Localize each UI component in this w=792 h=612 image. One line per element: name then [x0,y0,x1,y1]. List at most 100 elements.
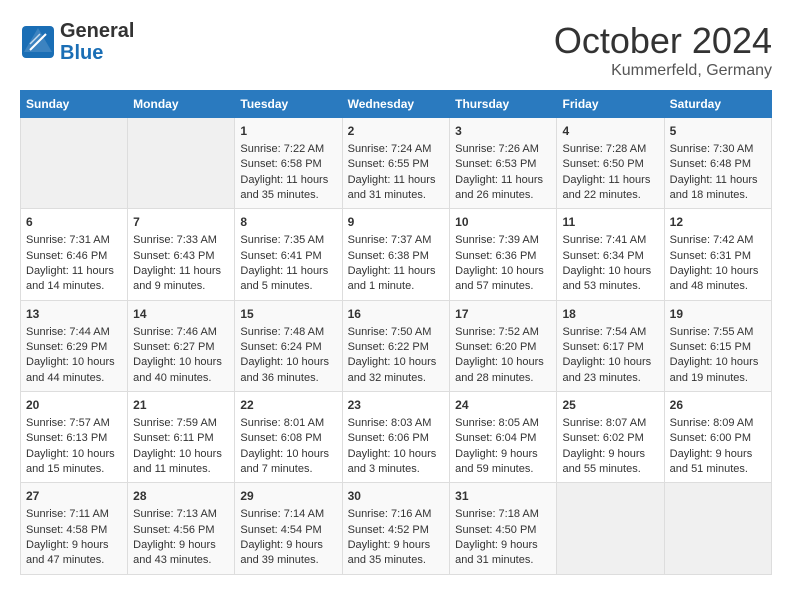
calendar-cell [557,483,664,574]
sunset-text: Sunset: 6:53 PM [455,157,551,172]
sunrise-text: Sunrise: 7:54 AM [562,325,658,340]
sunrise-text: Sunrise: 7:41 AM [562,233,658,248]
calendar-cell: 13Sunrise: 7:44 AMSunset: 6:29 PMDayligh… [21,300,128,391]
logo-icon [20,24,56,60]
daylight-text: Daylight: 9 hours and 51 minutes. [670,447,766,478]
daylight-text: Daylight: 10 hours and 40 minutes. [133,355,229,386]
header-row: SundayMondayTuesdayWednesdayThursdayFrid… [21,91,772,118]
daylight-text: Daylight: 10 hours and 15 minutes. [26,447,122,478]
day-number: 3 [455,123,551,140]
daylight-text: Daylight: 9 hours and 43 minutes. [133,538,229,569]
day-number: 7 [133,214,229,231]
sunrise-text: Sunrise: 7:16 AM [348,507,445,522]
sunrise-text: Sunrise: 7:42 AM [670,233,766,248]
title-block: October 2024 Kummerfeld, Germany [554,20,772,80]
col-header-saturday: Saturday [664,91,771,118]
sunrise-text: Sunrise: 7:55 AM [670,325,766,340]
day-number: 25 [562,397,658,414]
day-number: 1 [240,123,336,140]
sunrise-text: Sunrise: 7:22 AM [240,142,336,157]
calendar-cell: 27Sunrise: 7:11 AMSunset: 4:58 PMDayligh… [21,483,128,574]
logo-name-line2: Blue [60,42,134,64]
daylight-text: Daylight: 9 hours and 55 minutes. [562,447,658,478]
daylight-text: Daylight: 10 hours and 57 minutes. [455,264,551,295]
sunset-text: Sunset: 6:15 PM [670,340,766,355]
day-number: 2 [348,123,445,140]
daylight-text: Daylight: 9 hours and 59 minutes. [455,447,551,478]
day-number: 27 [26,488,122,505]
daylight-text: Daylight: 11 hours and 5 minutes. [240,264,336,295]
daylight-text: Daylight: 11 hours and 22 minutes. [562,173,658,204]
sunrise-text: Sunrise: 7:13 AM [133,507,229,522]
sunset-text: Sunset: 6:17 PM [562,340,658,355]
calendar-cell: 10Sunrise: 7:39 AMSunset: 6:36 PMDayligh… [450,209,557,300]
sunset-text: Sunset: 6:00 PM [670,431,766,446]
daylight-text: Daylight: 9 hours and 35 minutes. [348,538,445,569]
calendar-cell: 11Sunrise: 7:41 AMSunset: 6:34 PMDayligh… [557,209,664,300]
sunrise-text: Sunrise: 7:24 AM [348,142,445,157]
sunrise-text: Sunrise: 7:14 AM [240,507,336,522]
daylight-text: Daylight: 11 hours and 26 minutes. [455,173,551,204]
calendar-cell: 3 Sunrise: 7:26 AMSunset: 6:53 PMDaylight… [450,118,557,209]
daylight-text: Daylight: 10 hours and 3 minutes. [348,447,445,478]
col-header-thursday: Thursday [450,91,557,118]
daylight-text: Daylight: 11 hours and 9 minutes. [133,264,229,295]
daylight-text: Daylight: 10 hours and 44 minutes. [26,355,122,386]
sunset-text: Sunset: 6:36 PM [455,249,551,264]
day-number: 22 [240,397,336,414]
calendar-cell: 14Sunrise: 7:46 AMSunset: 6:27 PMDayligh… [128,300,235,391]
sunset-text: Sunset: 6:29 PM [26,340,122,355]
sunset-text: Sunset: 6:02 PM [562,431,658,446]
daylight-text: Daylight: 10 hours and 28 minutes. [455,355,551,386]
sunset-text: Sunset: 4:58 PM [26,523,122,538]
sunset-text: Sunset: 6:22 PM [348,340,445,355]
sunset-text: Sunset: 6:48 PM [670,157,766,172]
col-header-friday: Friday [557,91,664,118]
col-header-wednesday: Wednesday [342,91,450,118]
calendar-cell: 19Sunrise: 7:55 AMSunset: 6:15 PMDayligh… [664,300,771,391]
sunset-text: Sunset: 6:11 PM [133,431,229,446]
day-number: 4 [562,123,658,140]
calendar-cell: 30Sunrise: 7:16 AMSunset: 4:52 PMDayligh… [342,483,450,574]
sunrise-text: Sunrise: 8:05 AM [455,416,551,431]
sunrise-text: Sunrise: 7:44 AM [26,325,122,340]
daylight-text: Daylight: 11 hours and 18 minutes. [670,173,766,204]
sunset-text: Sunset: 4:54 PM [240,523,336,538]
col-header-sunday: Sunday [21,91,128,118]
daylight-text: Daylight: 11 hours and 14 minutes. [26,264,122,295]
daylight-text: Daylight: 10 hours and 19 minutes. [670,355,766,386]
day-number: 21 [133,397,229,414]
sunrise-text: Sunrise: 7:26 AM [455,142,551,157]
daylight-text: Daylight: 11 hours and 35 minutes. [240,173,336,204]
day-number: 16 [348,306,445,323]
sunrise-text: Sunrise: 7:33 AM [133,233,229,248]
calendar-cell: 16Sunrise: 7:50 AMSunset: 6:22 PMDayligh… [342,300,450,391]
daylight-text: Daylight: 9 hours and 31 minutes. [455,538,551,569]
sunrise-text: Sunrise: 8:07 AM [562,416,658,431]
calendar-cell: 28Sunrise: 7:13 AMSunset: 4:56 PMDayligh… [128,483,235,574]
calendar-cell: 2Sunrise: 7:24 AMSunset: 6:55 PMDaylight… [342,118,450,209]
sunset-text: Sunset: 6:34 PM [562,249,658,264]
sunrise-text: Sunrise: 7:30 AM [670,142,766,157]
day-number: 20 [26,397,122,414]
daylight-text: Daylight: 10 hours and 23 minutes. [562,355,658,386]
day-number: 11 [562,214,658,231]
calendar-cell: 23Sunrise: 8:03 AMSunset: 6:06 PMDayligh… [342,392,450,483]
logo-name-line1: General [60,20,134,42]
calendar-cell: 26Sunrise: 8:09 AMSunset: 6:00 PMDayligh… [664,392,771,483]
daylight-text: Daylight: 10 hours and 11 minutes. [133,447,229,478]
day-number: 28 [133,488,229,505]
day-number: 5 [670,123,766,140]
calendar-cell [21,118,128,209]
sunrise-text: Sunrise: 7:18 AM [455,507,551,522]
logo: General Blue [20,20,134,64]
location-title: Kummerfeld, Germany [554,62,772,80]
calendar-cell: 12Sunrise: 7:42 AMSunset: 6:31 PMDayligh… [664,209,771,300]
day-number: 15 [240,306,336,323]
week-row: 13Sunrise: 7:44 AMSunset: 6:29 PMDayligh… [21,300,772,391]
daylight-text: Daylight: 10 hours and 32 minutes. [348,355,445,386]
calendar-cell: 22Sunrise: 8:01 AMSunset: 6:08 PMDayligh… [235,392,342,483]
sunset-text: Sunset: 4:50 PM [455,523,551,538]
page-header: General Blue October 2024 Kummerfeld, Ge… [20,20,772,80]
sunrise-text: Sunrise: 8:01 AM [240,416,336,431]
